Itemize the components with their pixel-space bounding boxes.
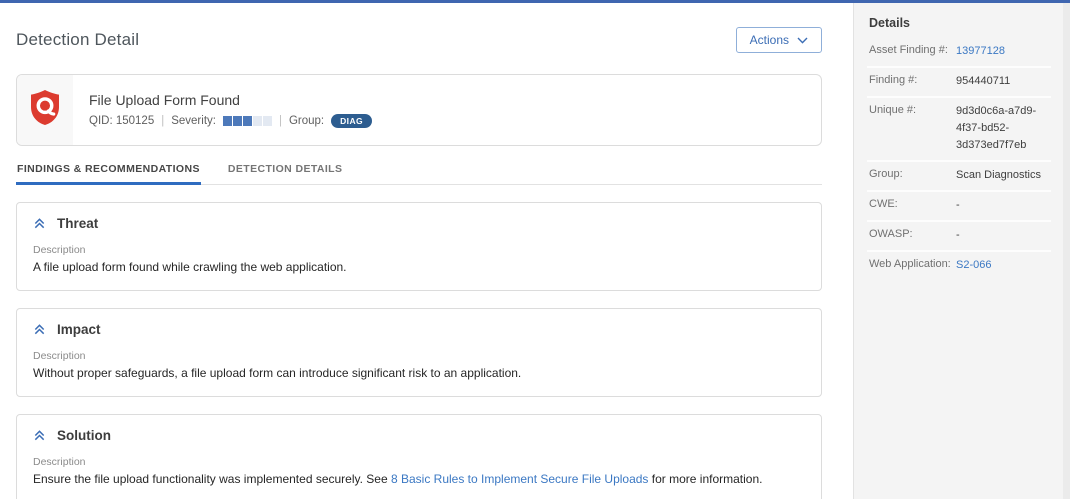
separator: | [161, 115, 165, 127]
separator: | [278, 115, 282, 127]
group-badge: DIAG [331, 113, 372, 129]
finding-summary-body: File Upload Form Found QID: 150125 | Sev… [73, 75, 388, 145]
severity-meter [222, 116, 272, 126]
detail-row: Asset Finding #: 13977128 [867, 38, 1051, 69]
group-label: Group: [288, 115, 325, 127]
actions-button[interactable]: Actions [735, 27, 822, 53]
finding-summary-card: File Upload Form Found QID: 150125 | Sev… [16, 74, 822, 146]
page-header: Detection Detail Actions [16, 27, 822, 53]
description-label: Description [33, 456, 86, 469]
logo-box [17, 75, 73, 145]
section-card-impact: Impact Description Without proper safeguar… [16, 308, 822, 398]
details-rows: Asset Finding #: 13977128 Finding #: 954440… [867, 38, 1051, 280]
detail-value-link[interactable]: 13977128 [956, 43, 1049, 60]
detail-label: Unique #: [869, 104, 917, 117]
detail-label: Asset Finding #: [869, 44, 948, 56]
detail-label: Finding #: [869, 74, 918, 87]
detail-value: 9d3d0c6a-a7d9-4f37-bd52-3d373ed7f7eb [956, 105, 1037, 152]
double-chevron-up-icon[interactable] [33, 429, 46, 442]
detail-row: Group: Scan Diagnostics [867, 162, 1051, 193]
detail-label: CWE: [869, 198, 898, 211]
details-panel: Details Asset Finding #: 13977128 Finding … [853, 0, 1070, 499]
section-title: Impact [57, 322, 101, 338]
detail-value: - [956, 199, 960, 212]
detail-row: Finding #: 954440711 [867, 68, 1051, 99]
severity-label: Severity: [171, 115, 216, 127]
severity-segment [252, 116, 262, 126]
detail-label: Web Application: [869, 258, 951, 271]
top-accent-line [0, 0, 1070, 3]
finding-title: File Upload Form Found [89, 91, 240, 108]
section-title: Solution [57, 428, 111, 444]
secure-file-uploads-link[interactable]: 8 Basic Rules to Implement Secure File U… [391, 472, 648, 486]
section-body: A file upload form found while crawling … [33, 260, 347, 274]
severity-segment [232, 116, 242, 126]
section-title: Threat [57, 216, 99, 231]
qualys-shield-icon [29, 89, 61, 131]
double-chevron-up-icon[interactable] [33, 323, 46, 336]
section-header: Solution [33, 428, 805, 443]
detail-row: CWE: - [867, 192, 1051, 223]
severity-segment [222, 116, 232, 126]
qid-label-value: QID: 150125 [89, 115, 155, 127]
chevron-down-icon [797, 37, 808, 44]
page-title: Detection Detail [16, 30, 140, 49]
detection-detail-page: Detection Detail Actions File Upload For… [0, 0, 1070, 499]
detail-value: Scan Diagnostics [956, 169, 1041, 182]
double-chevron-up-icon[interactable] [33, 217, 46, 230]
sections-container: Threat Description A file upload form foun… [16, 202, 822, 499]
section-card-solution: Solution Description Ensure the file uploa… [16, 414, 822, 499]
scrollbar[interactable] [1063, 0, 1070, 499]
detail-row: OWASP: - [867, 222, 1051, 253]
section-header: Impact [33, 322, 805, 337]
tab-detection-details[interactable]: DETECTION DETAILS [227, 157, 344, 185]
tab-findings-recommendations[interactable]: FINDINGS & RECOMMENDATIONS [16, 157, 201, 185]
detail-row: Unique #: 9d3d0c6a-a7d9-4f37-bd52-3d373ed… [867, 98, 1051, 163]
main-content: Detection Detail Actions File Upload For… [0, 0, 853, 499]
tab-bar: FINDINGS & RECOMMENDATIONS DETECTION DETA… [16, 157, 822, 185]
section-body: Without proper safeguards, a file upload… [33, 366, 522, 381]
detail-value: - [956, 229, 960, 242]
description-label: Description [33, 244, 86, 256]
section-body: Ensure the file upload functionality was… [33, 472, 763, 487]
detail-label: OWASP: [869, 228, 913, 241]
finding-meta-row: QID: 150125 | Severity: | Group: DIAG [89, 113, 372, 129]
description-label: Description [33, 350, 86, 363]
details-panel-title: Details [869, 16, 910, 30]
detail-value-link[interactable]: S2-066 [956, 257, 1049, 274]
detail-label: Group: [869, 168, 903, 181]
section-card-threat: Threat Description A file upload form foun… [16, 202, 822, 292]
detail-row: Web Application: S2-066 [867, 252, 1051, 280]
severity-segment [242, 116, 252, 126]
detail-value: 954440711 [956, 75, 1011, 88]
severity-segment [262, 116, 272, 126]
actions-button-label: Actions [749, 33, 789, 47]
section-header: Threat [33, 216, 805, 231]
